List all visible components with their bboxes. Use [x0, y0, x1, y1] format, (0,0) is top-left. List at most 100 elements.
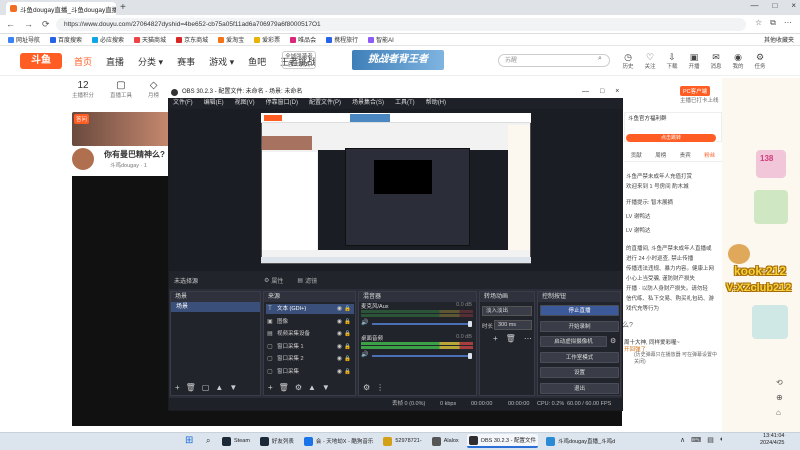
- obs-title-bar[interactable]: OBS 30.2.3 - 配置文件: 未命名 - 场景: 未命名: [168, 86, 623, 98]
- bookmark-item[interactable]: 网址导航: [8, 35, 40, 44]
- obs-minimize-icon[interactable]: —: [582, 86, 589, 98]
- bookmark-item[interactable]: 必应搜索: [92, 35, 124, 44]
- bookmark-item[interactable]: 天猫商城: [134, 35, 166, 44]
- lock-icon[interactable]: 🔒: [344, 317, 351, 327]
- eye-icon[interactable]: ◉: [337, 367, 342, 377]
- header-banner[interactable]: 挑战者背王者: [352, 50, 444, 70]
- lock-icon[interactable]: 🔒: [344, 342, 351, 352]
- source-item[interactable]: T 文本 (GDI+) ◉ 🔒: [266, 304, 354, 314]
- taskbar-app[interactable]: OBS 30.2.3 - 配置文件: [466, 434, 538, 448]
- profile-button[interactable]: ◉ 我的: [730, 52, 746, 70]
- bookmark-item[interactable]: 百度搜索: [50, 35, 82, 44]
- eye-icon[interactable]: ◉: [337, 329, 342, 339]
- tasks-button[interactable]: ⚙ 任务: [752, 52, 768, 70]
- rotate-icon[interactable]: ⟲: [776, 378, 783, 387]
- bookmark-item[interactable]: 唯品会: [290, 35, 316, 44]
- search-icon[interactable]: ⌕: [598, 55, 602, 63]
- close-icon[interactable]: ×: [791, 1, 796, 10]
- eye-icon[interactable]: ◉: [337, 342, 342, 352]
- windows-start-icon[interactable]: ⊞: [185, 435, 193, 446]
- add-transition-icon[interactable]: +: [493, 334, 498, 343]
- taskbar-app[interactable]: Alalox: [430, 434, 461, 448]
- source-item[interactable]: ▣ 图像 ◉ 🔒: [266, 317, 354, 327]
- pc-client-badge[interactable]: PC客户端: [680, 86, 711, 96]
- source-settings-icon[interactable]: ⚙: [295, 383, 302, 392]
- split-screen-icon[interactable]: ⧉: [770, 18, 776, 28]
- obs-close-icon[interactable]: ×: [615, 86, 619, 98]
- source-item[interactable]: ▤ 视频采集设备 ◉ 🔒: [266, 329, 354, 339]
- taskbar-app[interactable]: 会 - 天地劫X - 酷狗音乐: [302, 434, 375, 448]
- nav-home[interactable]: 首页: [74, 55, 92, 68]
- bookmark-item[interactable]: 携程旅行: [326, 35, 358, 44]
- menu-tools[interactable]: 工具(T): [395, 98, 415, 109]
- move-down-icon[interactable]: ▼: [322, 383, 330, 392]
- stat-points[interactable]: 12 主播积分: [72, 80, 94, 99]
- favorite-star-icon[interactable]: ☆: [755, 18, 762, 28]
- url-input[interactable]: https://www.douyu.com/27064827dyshid=4be…: [56, 18, 746, 31]
- menu-edit[interactable]: 编辑(E): [204, 98, 224, 109]
- volume-icon[interactable]: ◐: [720, 436, 724, 444]
- nav-yuba[interactable]: 鱼吧: [248, 55, 266, 68]
- obs-maximize-icon[interactable]: □: [600, 86, 604, 98]
- lock-icon[interactable]: 🔒: [344, 367, 351, 377]
- source-item[interactable]: ▢ 窗口采集 ◉ 🔒: [266, 367, 354, 377]
- taskbar-app[interactable]: 斗鸡dougay直播_斗鸡d: [544, 434, 617, 448]
- volume-slider[interactable]: [372, 323, 472, 325]
- move-down-icon[interactable]: ▼: [229, 383, 237, 392]
- menu-profile[interactable]: 配置文件(P): [309, 98, 341, 109]
- other-bookmarks[interactable]: 其他收藏夹: [764, 35, 794, 44]
- filters-button[interactable]: ▤ 滤镜: [297, 276, 317, 285]
- control-button[interactable]: 退出: [540, 382, 619, 394]
- source-item[interactable]: ▢ 窗口采集 1 ◉ 🔒: [266, 342, 354, 352]
- tab-contribution[interactable]: 贡献: [631, 151, 642, 159]
- source-item[interactable]: ▢ 窗口采集 2 ◉ 🔒: [266, 354, 354, 364]
- stat-monthly[interactable]: ◇ 月榜: [148, 80, 159, 99]
- promo-image-2[interactable]: [754, 190, 788, 224]
- new-tab-button[interactable]: +: [120, 2, 126, 13]
- history-button[interactable]: ◷ 历史: [620, 52, 636, 70]
- event-badge[interactable]: 全城强袭者 强击模式: [282, 51, 316, 69]
- transition-more-icon[interactable]: ⋯: [524, 334, 532, 343]
- move-up-icon[interactable]: ▲: [308, 383, 316, 392]
- lock-icon[interactable]: 🔒: [344, 304, 351, 314]
- forward-icon[interactable]: →: [24, 19, 33, 30]
- tray-expand-icon[interactable]: ∧: [680, 436, 685, 444]
- download-button[interactable]: ⇩ 下载: [664, 52, 680, 70]
- maximize-icon[interactable]: □: [772, 1, 777, 10]
- add-source-icon[interactable]: +: [268, 383, 273, 392]
- taskbar-clock[interactable]: 13:41:04 2024/4/25: [760, 433, 784, 447]
- refresh-icon[interactable]: ⟳: [42, 19, 50, 30]
- lock-icon[interactable]: 🔒: [344, 329, 351, 339]
- volume-slider[interactable]: [372, 355, 472, 357]
- eye-icon[interactable]: ◉: [337, 317, 342, 327]
- eye-icon[interactable]: ◉: [337, 304, 342, 314]
- nav-category[interactable]: 分类 ▾: [138, 55, 163, 68]
- taskbar-app[interactable]: 好友列表: [258, 434, 296, 448]
- remove-scene-icon[interactable]: 🗑: [186, 383, 196, 392]
- duration-input[interactable]: 300 ms: [494, 320, 532, 330]
- speaker-icon[interactable]: 🔊: [361, 319, 368, 326]
- menu-file[interactable]: 文件(F): [173, 98, 193, 109]
- control-button[interactable]: 开始录制: [540, 320, 619, 332]
- move-up-icon[interactable]: ▲: [215, 383, 223, 392]
- nav-games[interactable]: 游戏 ▾: [209, 55, 234, 68]
- menu-docks[interactable]: 停靠窗口(D): [266, 98, 298, 109]
- nav-events[interactable]: 赛事: [177, 55, 195, 68]
- virtual-camera-settings-icon[interactable]: ⚙: [610, 337, 616, 345]
- bookmark-item[interactable]: 智能AI: [368, 35, 394, 44]
- browser-tab-active[interactable]: 斗鱼dougay直播_斗鱼dougay直播 ×: [6, 2, 116, 15]
- properties-button[interactable]: ⚙ 属性: [264, 276, 283, 285]
- messages-button[interactable]: ✉ 消息: [708, 52, 724, 70]
- transition-select[interactable]: 淡入淡出: [482, 306, 532, 316]
- add-scene-icon[interactable]: +: [175, 383, 180, 392]
- back-icon[interactable]: ←: [6, 19, 15, 30]
- stat-tools[interactable]: ▢ 直播工具: [110, 80, 132, 99]
- promo-image-3[interactable]: [752, 305, 788, 339]
- tab-vip[interactable]: 贵宾: [680, 151, 691, 159]
- remove-source-icon[interactable]: 🗑: [279, 383, 289, 392]
- room-anchor-name[interactable]: 斗鸡dougay · 1: [110, 161, 147, 169]
- bookmark-item[interactable]: 爱彩票: [254, 35, 280, 44]
- more-menu-icon[interactable]: ⋯: [784, 18, 792, 28]
- volume-slider-handle[interactable]: [468, 353, 472, 359]
- menu-view[interactable]: 视图(V): [235, 98, 255, 109]
